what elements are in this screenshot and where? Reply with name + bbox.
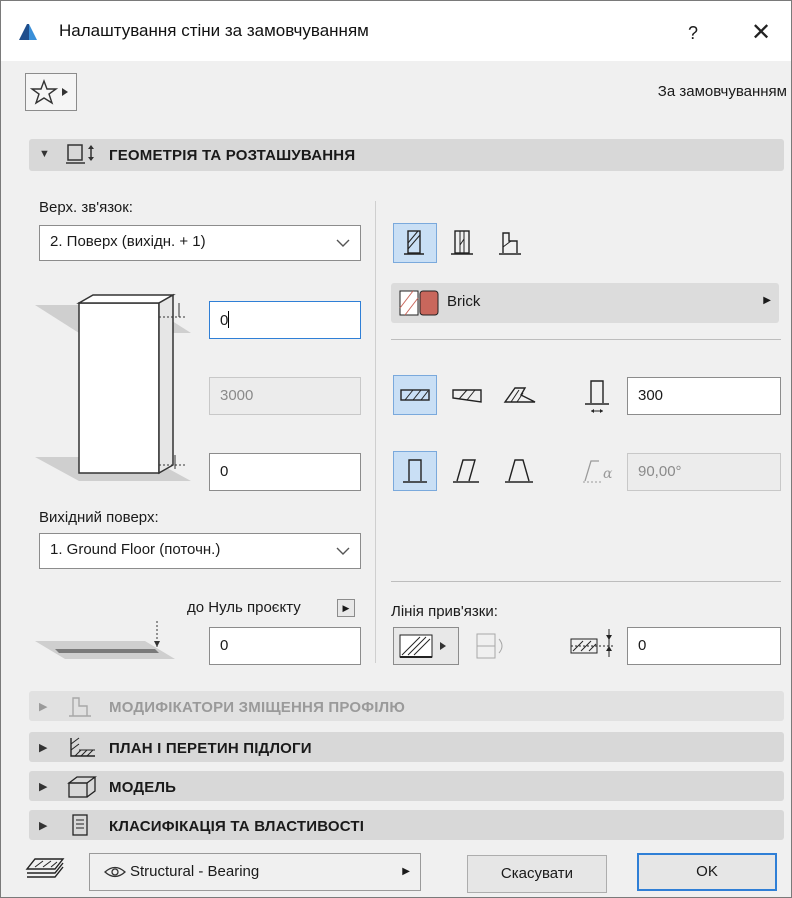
section-floor-plan-title: ПЛАН І ПЕРЕТИН ПІДЛОГИ [109,740,312,757]
dialog-title: Налаштування стіни за замовчуванням [59,21,369,40]
bottom-offset-field[interactable]: 0 [209,453,361,491]
wall-structure-profile-button[interactable] [489,223,533,263]
wall-settings-dialog: Налаштування стіни за замовчуванням ? ✕ … [0,0,792,898]
wall-height-value: 3000 [220,387,254,404]
section-floor-plan-header[interactable]: ▶ ПЛАН І ПЕРЕТИН ПІДЛОГИ [29,732,784,762]
complex-profile-icon [499,232,521,255]
document-list-icon [72,814,88,836]
flip-reference-line-button[interactable] [469,629,509,665]
layer-stack-icon [25,858,65,878]
section-profile-modifiers-title: МОДИФІКАТОРИ ЗМІЩЕННЯ ПРОФІЛЮ [109,699,406,716]
cancel-button[interactable]: Скасувати [467,855,607,893]
eye-icon [104,866,126,878]
star-icon [29,79,68,105]
wall-height-field[interactable]: 3000 [209,377,361,415]
floor-plan-section-icon [70,737,95,757]
collapse-arrow-icon: ▼ [39,148,50,160]
brick-material-icon [399,290,439,316]
reference-level-popup-button[interactable]: ▶ [337,599,355,617]
title-bar: Налаштування стіни за замовчуванням ? ✕ [1,1,791,61]
slanted-wall-button[interactable] [445,451,489,491]
wall-structure-basic-button[interactable] [393,223,437,263]
slanted-wall-icon [453,459,479,483]
reference-offset-field[interactable]: 0 [209,627,361,665]
chevron-down-icon [336,547,350,555]
reference-offset-value: 0 [220,637,229,654]
wall-thickness-icon [585,380,609,413]
section-geometry-title: ГЕОМЕТРІЯ ТА РОЗТАШУВАННЯ [109,147,356,164]
top-offset-value: 0 [220,312,229,329]
double-slanted-wall-icon [505,459,533,483]
section-model-header[interactable]: ▶ МОДЕЛЬ [29,771,784,801]
expand-arrow-icon: ▶ [39,820,48,832]
svg-text:α: α [603,466,613,482]
section-model-title: МОДЕЛЬ [109,779,177,796]
expand-arrow-icon: ▶ [39,701,48,713]
slant-angle-icon: α [583,460,613,483]
section-classification-title: КЛАСИФІКАЦІЯ ТА ВЛАСТИВОСТІ [109,818,365,835]
trapezoid-wall-button[interactable] [445,375,489,415]
slant-angle-field[interactable]: 90,00° [627,453,781,491]
text-caret [228,311,230,328]
reference-line-offset-icon [570,629,613,657]
building-material-selector[interactable]: Brick ▶ [391,283,779,323]
archicad-logo-icon [19,24,37,40]
polygonal-wall-button[interactable] [497,375,541,415]
polygonal-wall-icon [503,387,536,403]
divider [391,581,781,582]
double-slanted-wall-button[interactable] [497,451,541,491]
vertical-wall-icon [403,459,427,483]
geometry-positioning-icon [66,144,94,164]
home-story-select[interactable]: 1. Ground Floor (поточн.) [39,533,361,569]
building-material-name: Brick [447,293,481,310]
reference-line-offset-field[interactable]: 0 [627,627,781,665]
home-story-label: Вихідний поверх: [39,509,159,526]
reference-line-offset-value: 0 [638,637,647,654]
section-geometry-header[interactable]: ▼ ГЕОМЕТРІЯ ТА РОЗТАШУВАННЯ [29,139,784,171]
flip-icon [476,633,503,659]
wall-thickness-value: 300 [638,387,664,404]
wall-height-diagram [35,293,191,481]
ok-button[interactable]: OK [637,853,777,891]
reference-line-icon [399,634,446,658]
layer-selector[interactable]: Structural - Bearing ▶ [89,853,421,891]
wall-structure-composite-button[interactable] [441,223,485,263]
wall-thickness-field[interactable]: 300 [627,377,781,415]
section-profile-modifiers-header[interactable]: ▶ МОДИФІКАТОРИ ЗМІЩЕННЯ ПРОФІЛЮ [29,691,784,721]
slant-angle-value: 90,00° [638,463,682,480]
popup-arrow-icon: ▶ [402,866,410,877]
favorites-button[interactable] [25,73,77,111]
profile-modifier-icon [69,697,91,717]
expand-arrow-icon: ▶ [39,781,48,793]
expand-arrow-icon: ▶ [39,742,48,754]
home-story-value: 1. Ground Floor (поточн.) [50,541,221,558]
preset-label: За замовчуванням [657,83,787,100]
reference-line-location-button[interactable] [393,627,459,665]
popup-arrow-icon: ▶ [763,295,771,306]
reference-level-label: до Нуль проєкту [187,599,301,616]
help-button[interactable]: ? [673,15,713,51]
straight-wall-icon [400,389,430,401]
top-link-value: 2. Поверх (вихідн. + 1) [50,233,206,250]
layer-name: Structural - Bearing [130,863,260,880]
reference-level-diagram [35,621,175,659]
top-offset-field[interactable]: 0 [209,301,361,339]
composite-wall-icon [451,230,473,255]
reference-line-label: Лінія прив'язки: [391,603,498,620]
divider [391,339,781,340]
top-link-select[interactable]: 2. Поверх (вихідн. + 1) [39,225,361,261]
section-classification-header[interactable]: ▶ КЛАСИФІКАЦІЯ ТА ВЛАСТИВОСТІ [29,810,784,840]
column-divider [375,201,376,663]
close-button[interactable]: ✕ [739,15,783,51]
straight-wall-button[interactable] [393,375,437,415]
vertical-wall-button[interactable] [393,451,437,491]
bottom-offset-value: 0 [220,463,229,480]
model-box-icon [67,776,97,798]
top-link-label: Верх. зв'язок: [39,199,133,216]
trapezoid-wall-icon [452,389,482,403]
chevron-down-icon [336,239,350,247]
basic-wall-icon [404,230,424,255]
